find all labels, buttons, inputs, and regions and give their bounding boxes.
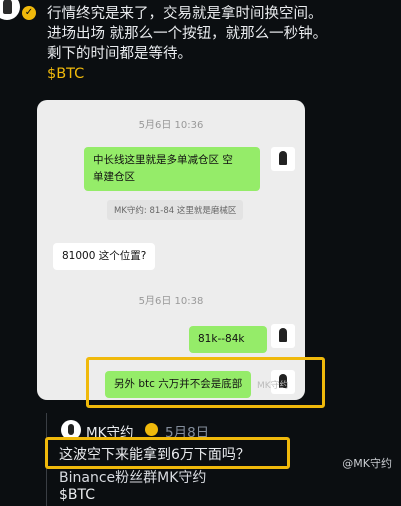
post-line-2: 进场出场 就那么一个按钮，就那么一秒钟。 [47,26,328,42]
quoted-post-line-1: 这波空下来能拿到6万下面吗？ [59,447,250,463]
chat-screenshot-image[interactable]: 5月6日 10:36 中长线这里就是多单减仓区 空 单建仓区 MK守约: 81-… [37,100,305,400]
chat-avatar [271,324,295,348]
chat-avatar [271,147,295,171]
cashtag-link[interactable]: $BTC [47,64,397,84]
post-body: 行情终究是来了，交易就是拿时间换空间。 进场出场 就那么一个按钮，就那么一秒钟。… [47,4,397,84]
quoted-post-line-2: Binance粉丝群MK守约 [59,470,207,486]
chat-timestamp: 5月6日 10:38 [138,296,204,307]
chat-message-bubble: 中长线这里就是多单减仓区 空 单建仓区 [84,147,260,191]
post-line-1: 行情终究是来了，交易就是拿时间换空间。 [47,6,323,22]
post-line-3: 剩下的时间都是等待。 [47,46,192,62]
quoted-cashtag-link[interactable]: $BTC [59,487,95,503]
chat-message-line: 单建仓区 [93,171,135,183]
chat-timestamp: 5月6日 10:36 [138,120,204,131]
highlight-box [86,357,325,408]
author-avatar[interactable] [0,0,20,20]
chat-message-bubble: 81000 这个位置? [53,243,156,270]
quoted-verified-badge-icon [145,423,158,436]
verified-badge-icon: ✓ [22,6,36,20]
chat-quoted-reply: MK守约: 81-84 这里就是磨械区 [107,200,244,220]
chat-message-bubble: 81k--84k [189,326,267,353]
chat-message-line: 中长线这里就是多单减仓区 空 [93,154,233,166]
watermark: @MK守约 [342,457,392,470]
